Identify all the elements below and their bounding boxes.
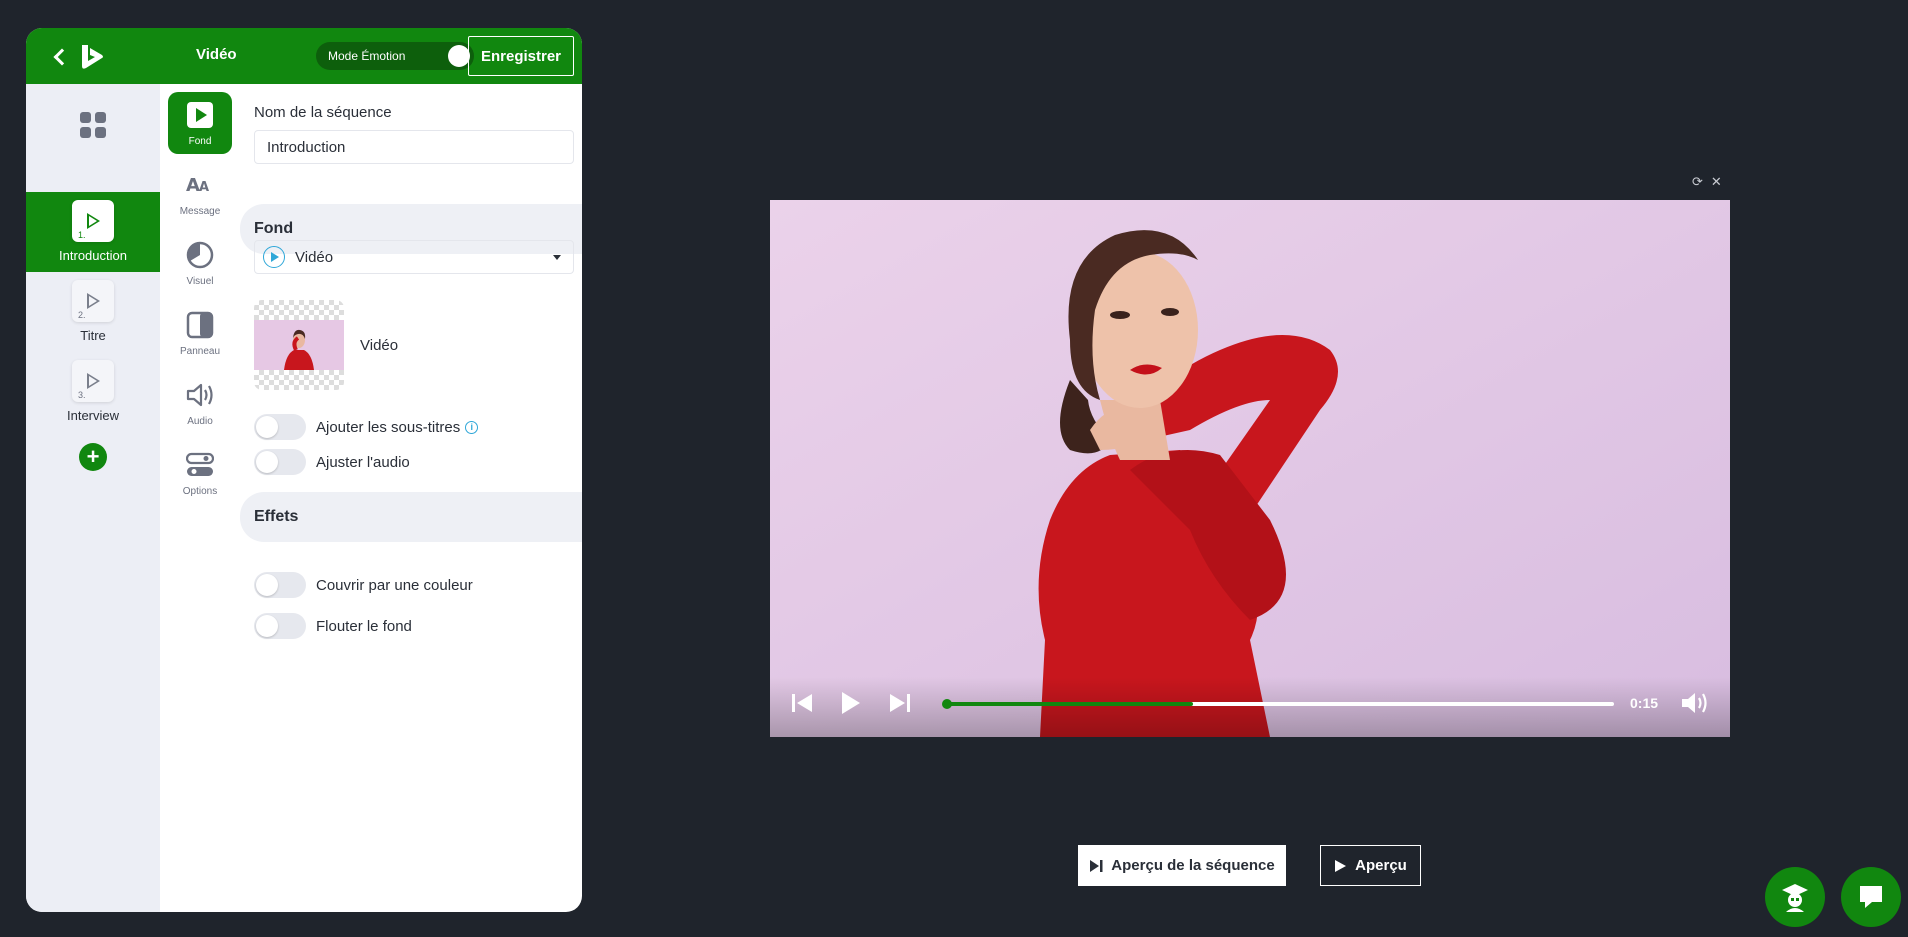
audio-row: Ajuster l'audio [254, 449, 410, 475]
tool-label: Panneau [179, 346, 221, 357]
video-frame [770, 200, 1730, 737]
tool-options[interactable]: Options [168, 442, 232, 504]
video-player[interactable]: 0:15 [770, 200, 1730, 737]
media-thumbnail[interactable] [254, 300, 344, 390]
panel-icon [185, 310, 215, 340]
blur-row: Flouter le fond [254, 613, 412, 639]
sequence-number: 1. [78, 230, 86, 240]
back-button[interactable] [52, 42, 112, 72]
play-icon [87, 213, 100, 229]
preview-button[interactable]: Aperçu [1320, 845, 1421, 886]
tool-bar: Fond AA Message Visuel Panneau Audio Opt… [160, 84, 234, 912]
tutorial-button[interactable] [1765, 867, 1825, 927]
play-icon [1335, 859, 1347, 872]
play-next-icon [1090, 859, 1103, 872]
player-controls [770, 677, 1730, 737]
tool-label: Options [182, 486, 218, 497]
caret-down-icon [553, 255, 561, 260]
tool-label: Audio [187, 416, 213, 427]
subtitles-row: Ajouter les sous-titres i [254, 414, 479, 440]
subtitles-toggle[interactable] [254, 414, 306, 440]
sequence-number: 2. [78, 310, 86, 320]
app-logo [82, 45, 103, 69]
progress-fill [946, 702, 1194, 706]
play-icon[interactable] [840, 690, 862, 716]
add-sequence-button[interactable]: + [79, 443, 107, 471]
sequence-label: Introduction [59, 248, 127, 263]
sequence-label: Titre [80, 328, 106, 343]
background-type-select[interactable]: Vidéo [254, 240, 574, 274]
cover-color-row: Couvrir par une couleur [254, 572, 473, 598]
editor-topbar: Vidéo Mode Émotion Enregistrer [26, 28, 582, 84]
sequence-item-introduction[interactable]: 1. Introduction [26, 192, 160, 272]
time-display: 0:15 [1630, 695, 1659, 711]
sequence-form: Nom de la séquence Fond Vidéo Vidéo Aj [234, 84, 582, 912]
text-aa-icon: AA [185, 170, 215, 200]
play-icon [87, 373, 100, 389]
tool-panneau[interactable]: Panneau [168, 302, 232, 364]
play-square-icon [185, 100, 215, 130]
graduate-icon [1782, 884, 1808, 912]
options-toggles-icon [185, 450, 215, 480]
tool-label: Visuel [186, 276, 214, 287]
progress-bar[interactable] [942, 699, 1614, 709]
audio-label: Ajuster l'audio [316, 453, 410, 471]
tool-message[interactable]: AA Message [168, 162, 232, 224]
speaker-icon [185, 380, 215, 410]
blur-label: Flouter le fond [316, 617, 412, 635]
grid-view-icon[interactable] [80, 112, 106, 138]
visual-circle-icon [185, 240, 215, 270]
sequence-list: 1. Introduction 2. Titre 3. Interview + [26, 84, 160, 912]
media-label: Vidéo [360, 337, 399, 354]
cover-color-toggle[interactable] [254, 572, 306, 598]
effects-section-heading: Effets [240, 492, 582, 542]
media-thumbnail-image [254, 320, 344, 370]
skip-forward-icon[interactable] [888, 692, 912, 714]
emotion-mode-toggle[interactable]: Mode Émotion [316, 42, 474, 70]
info-icon[interactable]: i [465, 420, 479, 434]
sequence-thumbnail: 1. [72, 200, 114, 242]
chevron-left-icon [53, 48, 71, 66]
cover-color-label: Couvrir par une couleur [316, 576, 473, 594]
progress-handle[interactable] [942, 699, 952, 709]
player-tools: ⟳ ✕ [1692, 174, 1722, 190]
skip-back-icon[interactable] [790, 692, 814, 714]
chat-button[interactable] [1841, 867, 1901, 927]
sequence-preview-label: Aperçu de la séquence [1111, 857, 1275, 874]
background-type-value: Vidéo [295, 248, 334, 266]
emotion-mode-label: Mode Émotion [328, 49, 406, 63]
subtitles-label: Ajouter les sous-titres [316, 418, 461, 436]
close-icon[interactable]: ✕ [1711, 174, 1722, 190]
tool-audio[interactable]: Audio [168, 372, 232, 434]
svg-text:A: A [186, 175, 200, 196]
sequence-thumbnail: 2. [72, 280, 114, 322]
volume-icon[interactable] [1680, 690, 1710, 716]
sequence-name-label: Nom de la séquence [254, 104, 392, 121]
editor-title: Vidéo [196, 46, 237, 63]
sequence-item-titre[interactable]: 2. Titre [26, 272, 160, 352]
tool-fond[interactable]: Fond [168, 92, 232, 154]
blur-toggle[interactable] [254, 613, 306, 639]
chat-bubble-icon [1860, 886, 1882, 908]
svg-text:A: A [199, 180, 209, 195]
sequence-name-input[interactable] [254, 130, 574, 164]
sequence-thumbnail: 3. [72, 360, 114, 402]
sequence-preview-button[interactable]: Aperçu de la séquence [1078, 845, 1286, 886]
play-circle-icon [263, 246, 285, 268]
tool-label: Message [179, 206, 221, 217]
tool-visuel[interactable]: Visuel [168, 232, 232, 294]
audio-toggle[interactable] [254, 449, 306, 475]
tool-label: Fond [188, 136, 212, 147]
editor-panel: Vidéo Mode Émotion Enregistrer 1. Introd… [26, 28, 582, 912]
sequence-label: Interview [66, 408, 120, 423]
refresh-icon[interactable]: ⟳ [1692, 174, 1703, 190]
sequence-number: 3. [78, 390, 86, 400]
play-icon [87, 293, 100, 309]
sequence-item-interview[interactable]: 3. Interview [26, 352, 160, 432]
toggle-knob [448, 45, 470, 67]
preview-label: Aperçu [1355, 857, 1407, 874]
save-button[interactable]: Enregistrer [468, 36, 574, 76]
